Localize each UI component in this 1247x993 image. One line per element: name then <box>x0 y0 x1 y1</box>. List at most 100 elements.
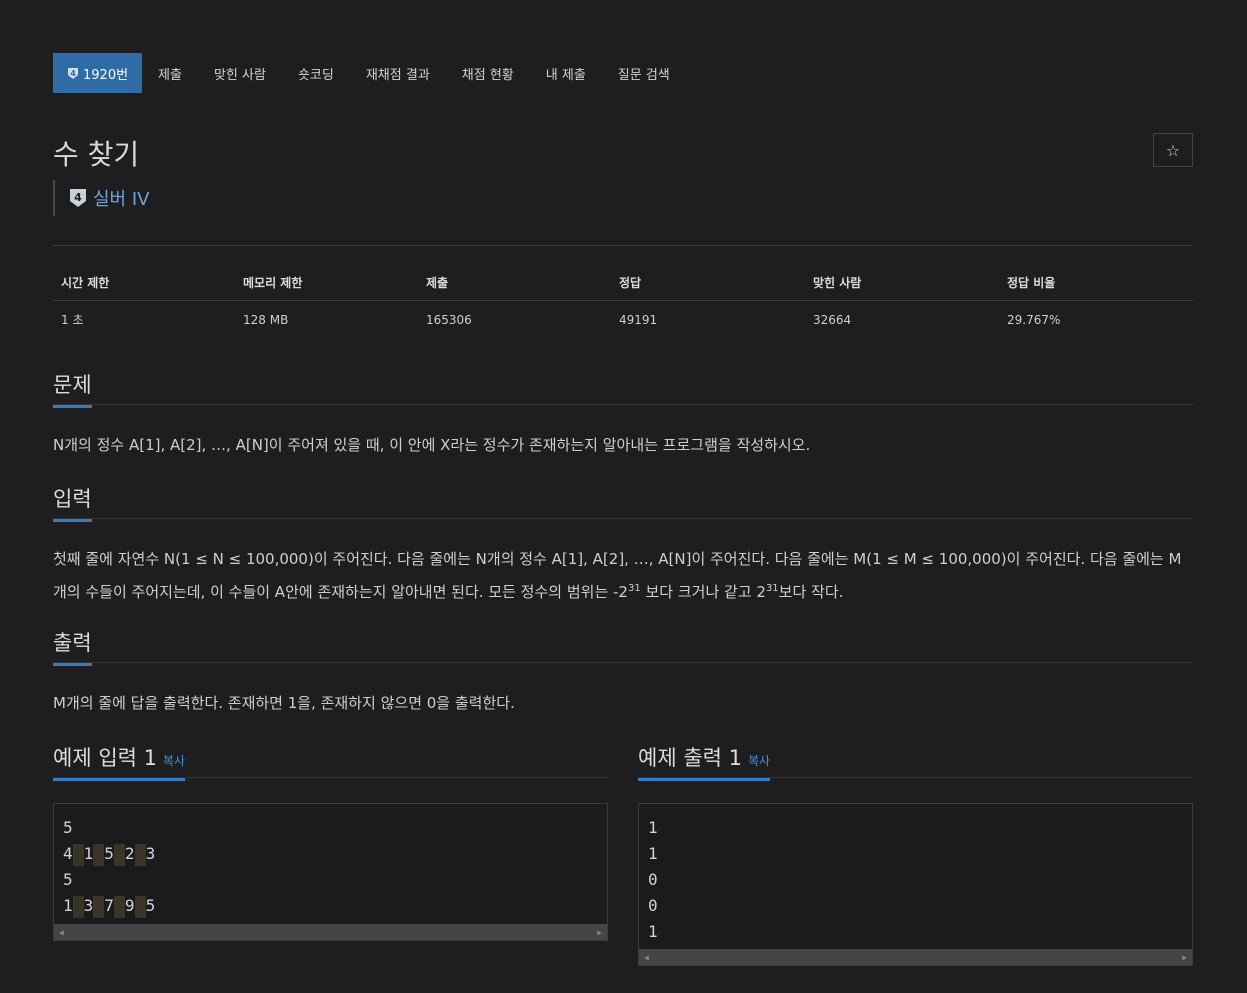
tab-label: 제출 <box>158 67 182 83</box>
divider <box>53 245 1193 246</box>
sample-lines: 1 1 0 0 1 <box>639 804 1192 945</box>
sample-token: 1 <box>648 922 658 941</box>
problem-description: N개의 정수 A[1], A[2], …, A[N]이 주어져 있을 때, 이 … <box>53 436 811 454</box>
whitespace-marker <box>72 843 84 866</box>
sample-token: 5 <box>63 870 73 889</box>
favorite-star-button[interactable]: ☆ <box>1153 133 1193 167</box>
solved-users-value: 32664 <box>813 312 852 327</box>
sample-token: 7 <box>104 896 114 915</box>
page-title: 수 찾기 <box>53 138 140 171</box>
sample-token: 5 <box>104 844 114 863</box>
sample-token: 5 <box>63 818 73 837</box>
tab-rejudge-result[interactable]: 재채점 결과 <box>350 53 446 93</box>
sample-token: 1 <box>648 844 658 863</box>
sample-token: 5 <box>145 896 156 915</box>
tab-label: 내 제출 <box>545 67 586 83</box>
text-span: 개의 수들이 주어지는데, 이 수들이 A안에 존재하는지 알아내면 된다. 모… <box>53 583 628 601</box>
sample-input-header: 예제 입력 1 복사 <box>53 742 608 781</box>
whitespace-marker <box>113 843 125 866</box>
sample-line: 13795 <box>63 893 598 919</box>
sample-token: 1 <box>63 896 73 915</box>
memory-limit-value: 128 MB <box>243 312 289 327</box>
sample-token: 1 <box>648 818 658 837</box>
scroll-right-icon[interactable]: ▶ <box>1182 953 1187 962</box>
tier-label[interactable]: 실버 IV <box>93 185 149 211</box>
sample-token: 3 <box>145 844 156 863</box>
horizontal-scrollbar[interactable]: ◀ ▶ <box>639 949 1192 965</box>
section-title: 문제 <box>53 369 92 408</box>
sample-input-box[interactable]: 541523513795 ◀ ▶ <box>53 803 608 941</box>
problem-menu-tabs: 4 1920번 제출 맞힌 사람 숏코딩 재채점 결과 채점 현황 내 제출 질… <box>53 53 686 93</box>
section-header-input: 입력 <box>53 483 1193 522</box>
time-limit-value: 1 초 <box>61 313 84 327</box>
copy-button[interactable]: 복사 <box>748 754 770 768</box>
tab-label: 1920번 <box>83 67 129 83</box>
star-icon: ☆ <box>1165 140 1181 160</box>
th-memory-limit: 메모리 제한 <box>235 266 418 301</box>
sample-title: 예제 출력 1 <box>638 746 742 770</box>
sample-line: 5 <box>63 815 598 841</box>
tab-problem[interactable]: 4 1920번 <box>53 53 143 93</box>
input-line: 첫째 줄에 자연수 N(1 ≤ N ≤ 100,000)이 주어진다. 다음 줄… <box>53 550 1182 568</box>
superscript: 31 <box>627 583 641 594</box>
section-title: 입력 <box>53 483 92 522</box>
tier-badge-icon: 4 <box>70 189 86 207</box>
input-line: 개의 수들이 주어지는데, 이 수들이 A안에 존재하는지 알아내면 된다. 모… <box>53 574 1193 607</box>
th-time-limit: 시간 제한 <box>53 266 235 301</box>
tier-info: 4 실버 IV <box>53 180 149 216</box>
scroll-left-icon[interactable]: ◀ <box>644 953 649 962</box>
section-title: 예제 출력 1 복사 <box>638 742 771 781</box>
tab-status[interactable]: 채점 현황 <box>446 53 530 93</box>
submissions-value: 165306 <box>426 312 472 327</box>
sample-line: 1 <box>648 919 1183 945</box>
tab-my-submissions[interactable]: 내 제출 <box>530 53 602 93</box>
input-description: 첫째 줄에 자연수 N(1 ≤ N ≤ 100,000)이 주어진다. 다음 줄… <box>53 544 1193 607</box>
horizontal-scrollbar[interactable]: ◀ ▶ <box>54 924 607 940</box>
tab-label: 숏코딩 <box>297 67 334 83</box>
sample-output-header: 예제 출력 1 복사 <box>638 742 1193 781</box>
output-description: M개의 줄에 답을 출력한다. 존재하면 1을, 존재하지 않으면 0을 출력한… <box>53 694 515 712</box>
table-header-row: 시간 제한 메모리 제한 제출 정답 맞힌 사람 정답 비율 <box>53 266 1193 301</box>
sample-line: 1 <box>648 841 1183 867</box>
sample-output-box[interactable]: 11001 ◀ ▶ <box>638 803 1193 966</box>
tab-label: 채점 현황 <box>461 67 514 83</box>
tab-label: 맞힌 사람 <box>213 67 266 83</box>
tier-number: 4 <box>74 191 82 204</box>
whitespace-marker <box>134 843 146 866</box>
sample-token: 4 <box>63 844 73 863</box>
sample-token: 9 <box>124 896 135 915</box>
sample-token: 0 <box>648 870 658 889</box>
sample-line: 0 <box>648 867 1183 893</box>
scroll-right-icon[interactable]: ▶ <box>597 928 602 937</box>
whitespace-marker <box>72 895 84 918</box>
sample-token: 0 <box>648 896 658 915</box>
accepted-value: 49191 <box>619 312 658 327</box>
th-accept-ratio: 정답 비율 <box>999 266 1193 301</box>
accept-ratio-value: 29.767% <box>1007 312 1061 327</box>
th-accepted: 정답 <box>611 266 805 301</box>
tab-submit[interactable]: 제출 <box>142 53 198 93</box>
tab-question-search[interactable]: 질문 검색 <box>602 53 686 93</box>
problem-info-table: 시간 제한 메모리 제한 제출 정답 맞힌 사람 정답 비율 1 초 128 M… <box>53 266 1193 338</box>
tab-short-coding[interactable]: 숏코딩 <box>282 53 350 93</box>
tab-solved-users[interactable]: 맞힌 사람 <box>198 53 282 93</box>
section-title: 예제 입력 1 복사 <box>53 742 186 781</box>
scroll-left-icon[interactable]: ◀ <box>59 928 64 937</box>
sample-title: 예제 입력 1 <box>53 746 157 770</box>
th-submissions: 제출 <box>418 266 611 301</box>
whitespace-marker <box>134 895 146 918</box>
sample-lines: 541523513795 <box>54 804 607 919</box>
section-header-problem: 문제 <box>53 369 1193 408</box>
sample-token: 2 <box>124 844 135 863</box>
text-span: 보다 작다. <box>778 583 844 601</box>
svg-text:4: 4 <box>70 69 76 78</box>
sample-token: 3 <box>83 896 94 915</box>
copy-button[interactable]: 복사 <box>163 754 185 768</box>
text-span: 보다 크거나 같고 2 <box>640 583 766 601</box>
tier-badge-icon: 4 <box>67 67 79 80</box>
sample-line: 1 <box>648 815 1183 841</box>
whitespace-marker <box>113 895 125 918</box>
whitespace-marker <box>93 895 105 918</box>
sample-line: 0 <box>648 893 1183 919</box>
section-header-output: 출력 <box>53 627 1193 666</box>
